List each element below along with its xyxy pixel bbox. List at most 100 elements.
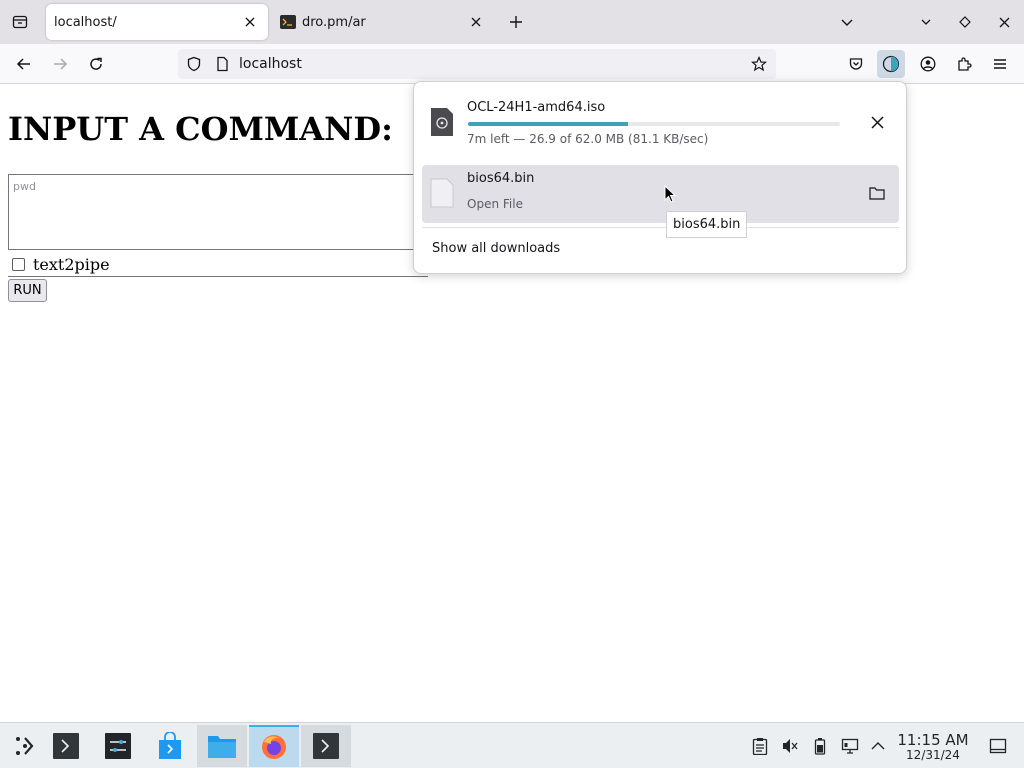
run-button[interactable]: RUN — [8, 279, 47, 302]
show-hidden-icons-button[interactable] — [868, 736, 888, 756]
chevron-down-icon — [921, 19, 931, 25]
tab-list-icon — [12, 15, 28, 29]
forward-button[interactable] — [46, 50, 74, 78]
navigation-toolbar: localhost — [0, 44, 1024, 84]
show-all-downloads-button[interactable]: Show all downloads — [432, 241, 560, 256]
tab-close-button[interactable] — [466, 12, 486, 32]
account-icon — [920, 56, 936, 72]
pipe-input-underline — [8, 276, 428, 277]
downloads-divider — [422, 227, 899, 228]
taskbar: 11:15 AM 12/31/24 — [0, 722, 1024, 768]
battery-tray-button[interactable] — [810, 736, 830, 756]
tab-close-button[interactable] — [240, 12, 260, 32]
battery-icon — [814, 738, 826, 755]
disc-image-file-icon — [431, 108, 453, 136]
app-menu-button[interactable] — [986, 50, 1014, 78]
pocket-button[interactable] — [842, 50, 870, 78]
digital-clock[interactable]: 11:15 AM 12/31/24 — [896, 732, 970, 762]
tab-localhost[interactable]: localhost/ — [46, 4, 268, 40]
text2pipe-label: text2pipe — [33, 255, 110, 274]
downloads-button[interactable] — [877, 50, 905, 78]
folder-icon — [869, 187, 885, 200]
download-item[interactable]: bios64.bin Open File — [422, 165, 899, 223]
minimize-window-button[interactable] — [912, 8, 940, 36]
tab-title: dro.pm/ar — [302, 14, 366, 30]
puzzle-icon — [958, 57, 972, 71]
hamburger-menu-icon — [994, 59, 1006, 69]
tab-dro-pm[interactable]: dro.pm/ar — [272, 4, 494, 40]
downloads-panel: OCL-24H1-amd64.iso 7m left — 26.9 of 62.… — [413, 81, 907, 274]
account-button[interactable] — [914, 50, 942, 78]
download-status: 7m left — 26.9 of 62.0 MB (81.1 KB/sec) — [467, 132, 709, 146]
text2pipe-row: text2pipe — [12, 255, 110, 274]
clock-time: 11:15 AM — [897, 731, 969, 749]
network-tray-button[interactable] — [840, 736, 860, 756]
discover-bag-icon — [159, 732, 181, 759]
download-filename: bios64.bin — [467, 171, 535, 186]
arrow-right-icon — [54, 58, 68, 70]
clipboard-tray-button[interactable] — [750, 736, 770, 756]
folder-icon — [208, 736, 236, 758]
taskbar-app-terminal-2[interactable] — [301, 725, 351, 767]
page-icon — [217, 56, 228, 72]
screen: localhost/ dro.pm/ar localhost INPUT A C… — [0, 0, 1024, 768]
download-status: Open File — [467, 197, 523, 211]
close-window-button[interactable] — [990, 8, 1018, 36]
extensions-button[interactable] — [950, 50, 978, 78]
pocket-icon — [849, 58, 863, 70]
command-textarea[interactable]: pwd — [8, 174, 428, 250]
back-button[interactable] — [10, 50, 38, 78]
tab-list-button[interactable] — [6, 8, 34, 36]
taskbar-app-firefox[interactable] — [249, 725, 299, 767]
desktop-icon — [989, 738, 1007, 754]
arrow-left-icon — [16, 58, 30, 70]
taskbar-app-file-manager[interactable] — [197, 725, 247, 767]
maximize-window-button[interactable] — [951, 8, 979, 36]
generic-file-icon — [430, 178, 454, 208]
firefox-icon — [262, 735, 286, 759]
download-progress-fill — [468, 122, 628, 126]
volume-tray-button[interactable] — [780, 736, 800, 756]
diamond-icon — [959, 16, 971, 28]
text2pipe-checkbox[interactable] — [12, 258, 25, 271]
bookmark-star-icon[interactable] — [751, 56, 767, 72]
close-icon — [999, 17, 1009, 27]
terminal-icon — [313, 733, 339, 759]
show-desktop-button[interactable] — [988, 736, 1008, 756]
speaker-muted-icon — [783, 739, 798, 753]
cancel-download-button[interactable] — [863, 108, 891, 136]
page-heading: INPUT A COMMAND: — [8, 110, 393, 148]
chevron-down-icon — [841, 19, 853, 26]
mouse-cursor-icon — [664, 185, 676, 203]
download-filename: OCL-24H1-amd64.iso — [467, 100, 606, 115]
plus-icon — [510, 16, 522, 28]
taskbar-app-settings[interactable] — [93, 725, 143, 767]
clipboard-icon — [752, 738, 768, 755]
filename-tooltip: bios64.bin — [666, 211, 748, 238]
chevron-up-icon — [871, 742, 885, 750]
address-bar[interactable]: localhost — [178, 49, 776, 79]
shield-icon — [187, 56, 201, 72]
reload-button[interactable] — [82, 50, 110, 78]
url-text: localhost — [239, 56, 302, 72]
tab-title: localhost/ — [54, 14, 117, 30]
new-tab-button[interactable] — [502, 8, 530, 36]
close-icon — [245, 17, 255, 27]
app-launcher-icon — [16, 737, 34, 755]
close-icon — [870, 115, 884, 129]
reload-icon — [90, 57, 102, 70]
download-progress-bar — [468, 122, 840, 126]
tab-strip: localhost/ dro.pm/ar — [0, 0, 1024, 44]
show-in-folder-button[interactable] — [863, 179, 891, 207]
settings-sliders-icon — [105, 733, 131, 759]
download-item[interactable]: OCL-24H1-amd64.iso 7m left — 26.9 of 62.… — [422, 94, 899, 152]
network-wired-icon — [841, 738, 859, 754]
clock-date: 12/31/24 — [906, 748, 960, 762]
taskbar-app-discover[interactable] — [145, 725, 195, 767]
list-all-tabs-button[interactable] — [833, 8, 861, 36]
terminal-icon — [53, 733, 79, 759]
taskbar-app-terminal[interactable] — [41, 725, 91, 767]
download-progress-icon — [882, 55, 900, 73]
close-icon — [471, 17, 481, 27]
command-placeholder: pwd — [13, 180, 36, 193]
